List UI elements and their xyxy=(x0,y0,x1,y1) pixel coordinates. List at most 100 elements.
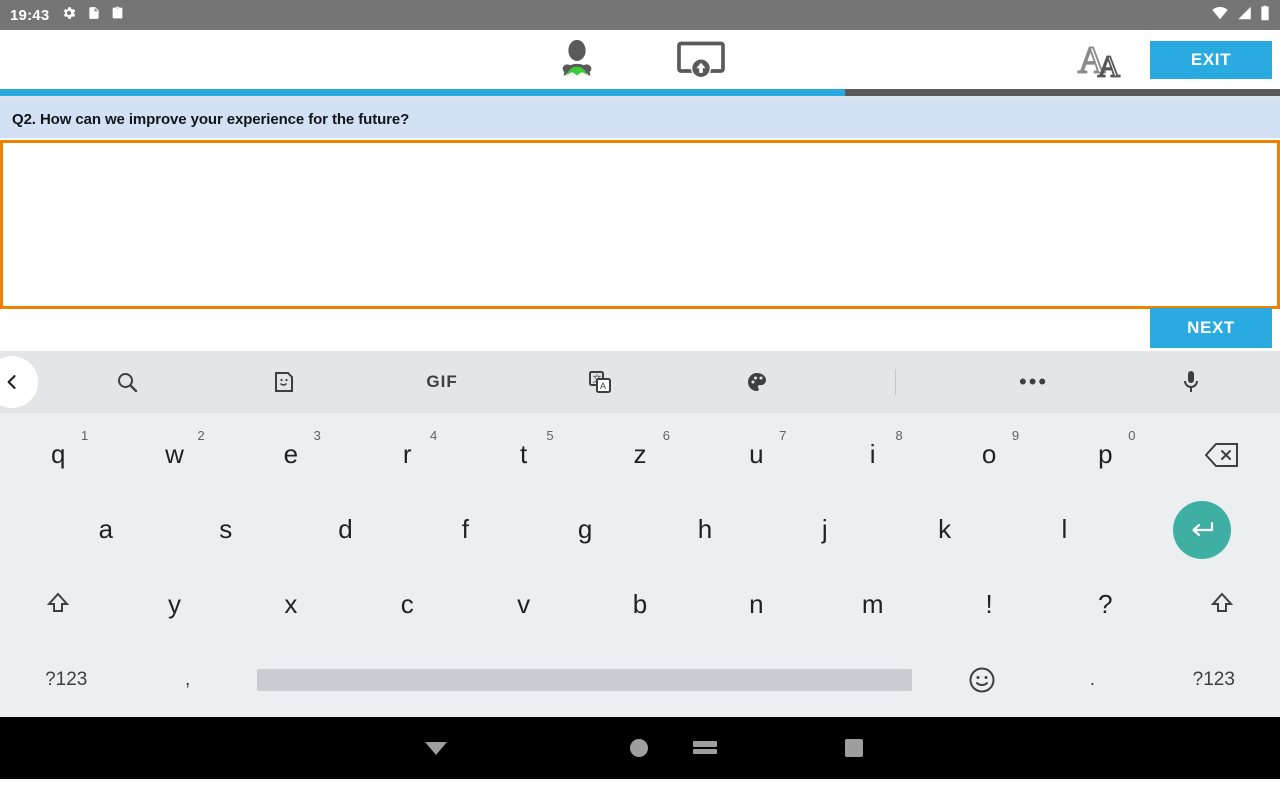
key-label: . xyxy=(1089,668,1096,690)
key-j[interactable]: j xyxy=(765,497,885,563)
keyboard-row-1: q1w2e3r4t5z6u7i8o9p0 xyxy=(0,417,1280,492)
keyboard-row-4: ?123,. ?123 xyxy=(0,642,1280,717)
screen-upload-icon[interactable] xyxy=(675,38,727,82)
key-h[interactable]: h xyxy=(645,497,765,563)
back-hide-keyboard-icon[interactable] xyxy=(423,717,449,779)
clipboard-icon xyxy=(111,5,124,26)
microphone-icon[interactable] xyxy=(1171,360,1211,404)
key-p[interactable]: p0 xyxy=(1047,422,1163,488)
header-right-controls: A A EXIT xyxy=(1068,30,1280,89)
key-label: r xyxy=(402,439,412,469)
key-label: ?123 xyxy=(45,668,88,690)
svg-text:A: A xyxy=(600,381,606,391)
wifi-icon xyxy=(1211,6,1229,25)
key-label: ? xyxy=(1098,589,1113,619)
backspace-icon[interactable] xyxy=(1164,422,1280,488)
key-number-hint: 9 xyxy=(1011,427,1020,443)
key-label: y xyxy=(168,589,182,619)
key-z[interactable]: z6 xyxy=(582,422,698,488)
key-m[interactable]: m xyxy=(815,572,931,638)
period-key[interactable]: . xyxy=(1037,647,1147,713)
key-d[interactable]: d xyxy=(286,497,406,563)
recents-icon[interactable] xyxy=(844,717,864,779)
space-key[interactable] xyxy=(243,668,927,691)
key-label: l xyxy=(1061,514,1068,544)
next-button[interactable]: NEXT xyxy=(1150,308,1272,348)
key-label: g xyxy=(577,514,593,544)
key-label: i xyxy=(869,439,876,469)
home-icon[interactable] xyxy=(628,717,650,779)
switch-ime-icon[interactable] xyxy=(692,717,718,779)
android-status-bar: 19:43 xyxy=(0,0,1280,30)
comma-key[interactable]: , xyxy=(132,647,242,713)
key-s[interactable]: s xyxy=(166,497,286,563)
gif-icon[interactable]: GIF xyxy=(422,360,462,404)
key-q[interactable]: q1 xyxy=(0,422,116,488)
key-v[interactable]: v xyxy=(465,572,581,638)
key-c[interactable]: c xyxy=(349,572,465,638)
font-size-aa-icon[interactable]: A A xyxy=(1068,36,1142,83)
key-label: e xyxy=(283,439,299,469)
answer-textarea-container[interactable] xyxy=(0,140,1280,309)
key-label: q xyxy=(50,439,66,469)
translate-icon[interactable]: 文 A xyxy=(580,360,620,404)
key-u[interactable]: u7 xyxy=(698,422,814,488)
key-b[interactable]: b xyxy=(582,572,698,638)
key-number-hint: 2 xyxy=(197,427,205,443)
shift-icon-right[interactable] xyxy=(1164,572,1280,638)
sticker-icon[interactable] xyxy=(264,360,304,404)
signal-icon xyxy=(1236,6,1253,25)
key-r[interactable]: r4 xyxy=(349,422,465,488)
key-y[interactable]: y xyxy=(116,572,232,638)
chevron-left-icon[interactable] xyxy=(0,356,38,408)
shift-icon-left[interactable] xyxy=(0,572,116,638)
key-o[interactable]: o9 xyxy=(931,422,1047,488)
key-label: c xyxy=(400,589,414,619)
key-number-hint: 5 xyxy=(546,427,554,443)
app-header: A A EXIT xyxy=(0,30,1280,89)
key-t[interactable]: t5 xyxy=(465,422,581,488)
key-label: k xyxy=(938,514,952,544)
more-options-icon[interactable]: ••• xyxy=(1014,360,1054,404)
user-profile-icon[interactable] xyxy=(554,37,600,83)
key-e[interactable]: e3 xyxy=(233,422,349,488)
key-number-hint: 4 xyxy=(430,427,438,443)
survey-progress-bar xyxy=(0,89,1280,96)
exit-button[interactable]: EXIT xyxy=(1150,40,1272,79)
key-f[interactable]: f xyxy=(405,497,525,563)
key-x[interactable]: x xyxy=(233,572,349,638)
key-w[interactable]: w2 xyxy=(116,422,232,488)
answer-input[interactable] xyxy=(3,143,1277,306)
key-label: j xyxy=(821,514,828,544)
keyboard-toolbar: GIF 文 A ••• xyxy=(0,351,1280,413)
key-number-hint: 3 xyxy=(313,427,321,443)
key-i[interactable]: i8 xyxy=(815,422,931,488)
key-k[interactable]: k xyxy=(885,497,1005,563)
key-number-hint: 8 xyxy=(895,427,903,443)
enter-icon[interactable] xyxy=(1124,497,1280,563)
key-label: x xyxy=(284,589,298,619)
enter-key-circle[interactable] xyxy=(1173,500,1232,559)
key-l[interactable]: l xyxy=(1005,497,1125,563)
key-a[interactable]: a xyxy=(46,497,166,563)
next-button-row: NEXT xyxy=(0,308,1280,351)
key-label: z xyxy=(633,439,647,469)
keyboard-row-2: a s df g h j k l xyxy=(0,492,1280,567)
key-exclamation[interactable]: ! xyxy=(931,572,1047,638)
theme-palette-icon[interactable] xyxy=(737,360,777,404)
symbols-key-right[interactable]: ?123 xyxy=(1148,647,1280,713)
key-n[interactable]: n xyxy=(698,572,814,638)
key-label: s xyxy=(219,514,233,544)
key-label: h xyxy=(697,514,713,544)
key-number-hint: 1 xyxy=(80,427,89,443)
status-left-icons xyxy=(61,5,124,26)
key-g[interactable]: g xyxy=(525,497,645,563)
key-question[interactable]: ? xyxy=(1047,572,1163,638)
symbols-key-left[interactable]: ?123 xyxy=(0,647,132,713)
search-icon[interactable] xyxy=(107,360,147,404)
android-keyboard: GIF 文 A ••• q1w2e3r4t5z xyxy=(0,351,1280,717)
emoji-icon[interactable] xyxy=(927,647,1037,713)
page-title: Q2. How can we improve your experience f… xyxy=(12,111,410,128)
gear-icon xyxy=(61,5,77,26)
key-label: u xyxy=(749,439,764,469)
